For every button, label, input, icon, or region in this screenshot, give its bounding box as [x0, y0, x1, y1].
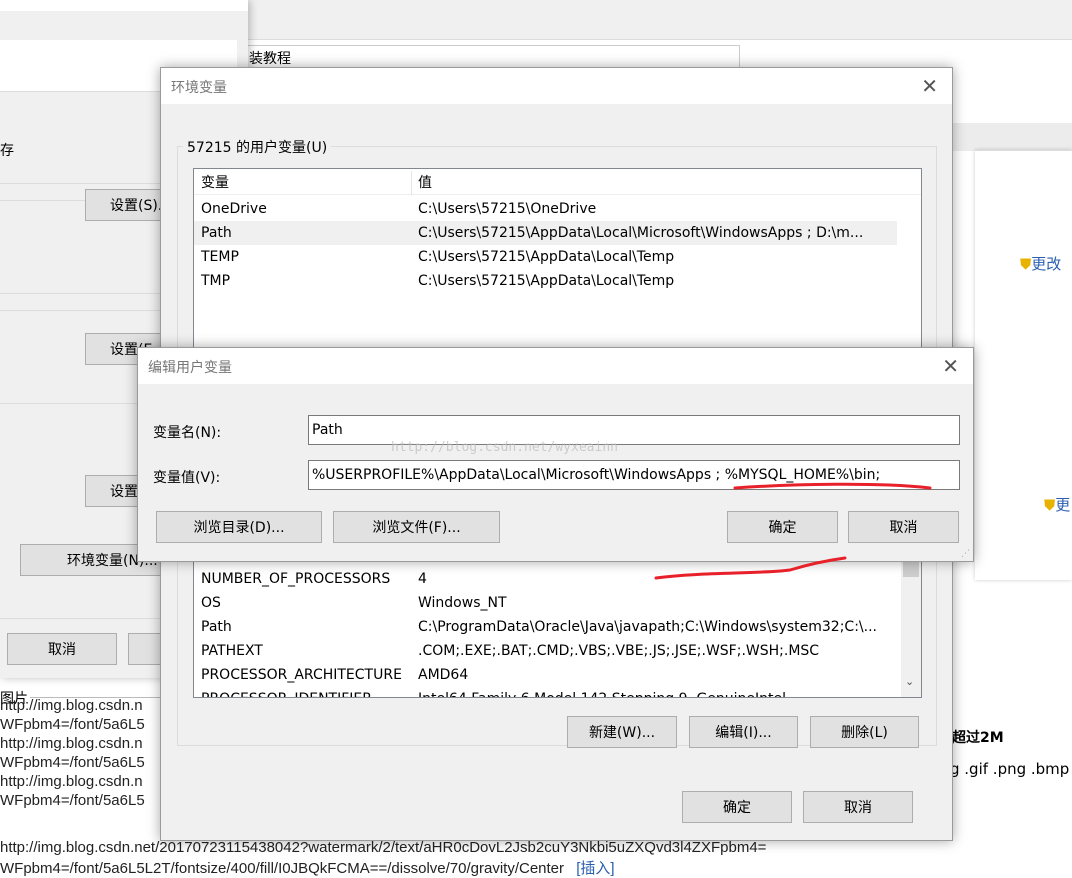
underline-mark — [733, 482, 932, 490]
annotation-marks — [654, 482, 932, 580]
underline-mark — [654, 556, 847, 580]
